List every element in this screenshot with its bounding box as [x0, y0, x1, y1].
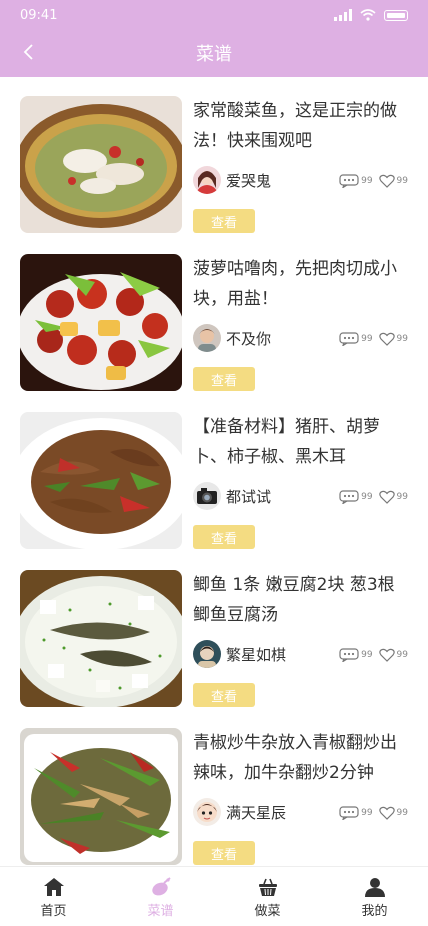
tab-label: 菜谱	[147, 904, 174, 919]
view-button[interactable]: 查看	[193, 841, 255, 865]
avatar	[193, 482, 221, 510]
tab-label: 做菜	[254, 904, 281, 919]
author: 满天星辰	[193, 798, 286, 826]
comment-count: 99	[361, 334, 373, 344]
recipe-title[interactable]: 【准备材料】猪肝、胡萝卜、柿子椒、黑木耳	[193, 412, 413, 472]
avatar	[193, 798, 221, 826]
recipe-image[interactable]	[20, 570, 182, 707]
view-button[interactable]: 查看	[193, 367, 255, 391]
view-button[interactable]: 查看	[193, 683, 255, 707]
comment-count: 99	[361, 808, 373, 818]
recipe-stats: 99 99	[339, 806, 408, 820]
recipe-image[interactable]	[20, 728, 182, 865]
like-stat[interactable]: 99	[378, 490, 408, 504]
avatar	[193, 324, 221, 352]
comment-count: 99	[361, 650, 373, 660]
nav-header: 菜谱	[0, 32, 428, 77]
wifi-icon	[360, 9, 376, 21]
list-item[interactable]: 【准备材料】猪肝、胡萝卜、柿子椒、黑木耳 都试试 99 99 查看	[0, 412, 428, 570]
author: 繁星如棋	[193, 640, 286, 668]
recipe-title[interactable]: 青椒炒牛杂放入青椒翻炒出辣味，加牛杂翻炒2分钟	[193, 728, 413, 788]
status-icons	[334, 9, 408, 21]
recipe-stats: 99 99	[339, 332, 408, 346]
recipe-title[interactable]: 鲫鱼 1条 嫩豆腐2块 葱3根 鲫鱼豆腐汤	[193, 570, 413, 630]
comment-stat[interactable]: 99	[339, 490, 373, 504]
recipe-title[interactable]: 家常酸菜鱼，这是正宗的做法！快来围观吧	[193, 96, 413, 156]
tab-label: 我的	[361, 904, 388, 919]
heart-icon	[378, 490, 395, 504]
comment-icon	[339, 174, 359, 188]
heart-icon	[378, 174, 395, 188]
recipe-list: 家常酸菜鱼，这是正宗的做法！快来围观吧 爱哭鬼 99 99 查看 菠萝咕噜肉，先…	[0, 96, 428, 886]
status-time: 09:41	[20, 8, 58, 23]
view-button[interactable]: 查看	[193, 209, 255, 233]
author: 都试试	[193, 482, 271, 510]
recipe-image[interactable]	[20, 254, 182, 391]
comment-count: 99	[361, 492, 373, 502]
author-name: 不及你	[226, 329, 272, 348]
list-item[interactable]: 鲫鱼 1条 嫩豆腐2块 葱3根 鲫鱼豆腐汤 繁星如棋 99 99 查看	[0, 570, 428, 728]
like-stat[interactable]: 99	[378, 174, 408, 188]
heart-icon	[378, 806, 395, 820]
tab-home[interactable]: 首页	[0, 867, 107, 926]
like-count: 99	[396, 650, 408, 660]
avatar	[193, 166, 221, 194]
comment-icon	[339, 806, 359, 820]
tab-cook[interactable]: 做菜	[214, 867, 321, 926]
recipe-stats: 99 99	[339, 490, 408, 504]
comment-icon	[339, 648, 359, 662]
recipe-image[interactable]	[20, 96, 182, 233]
recipe-image[interactable]	[20, 412, 182, 549]
tab-profile[interactable]: 我的	[321, 867, 428, 926]
like-stat[interactable]: 99	[378, 806, 408, 820]
author: 爱哭鬼	[193, 166, 271, 194]
recipe-stats: 99 99	[339, 174, 408, 188]
heart-icon	[378, 332, 395, 346]
comment-stat[interactable]: 99	[339, 332, 373, 346]
basket-icon	[258, 878, 277, 896]
tab-bar: 首页 菜谱 做菜 我的	[0, 866, 428, 926]
list-item[interactable]: 青椒炒牛杂放入青椒翻炒出辣味，加牛杂翻炒2分钟 满天星辰 99 99 查看	[0, 728, 428, 886]
list-item[interactable]: 家常酸菜鱼，这是正宗的做法！快来围观吧 爱哭鬼 99 99 查看	[0, 96, 428, 254]
like-count: 99	[396, 808, 408, 818]
author-name: 繁星如棋	[226, 645, 287, 664]
battery-icon	[384, 9, 408, 21]
tab-recipes[interactable]: 菜谱	[107, 867, 214, 926]
like-stat[interactable]: 99	[378, 648, 408, 662]
comment-icon	[339, 490, 359, 504]
recipe-icon	[151, 877, 171, 896]
comment-count: 99	[361, 176, 373, 186]
home-icon	[43, 878, 64, 896]
author-name: 都试试	[226, 487, 272, 506]
avatar	[193, 640, 221, 668]
signal-icon	[334, 9, 352, 21]
comment-icon	[339, 332, 359, 346]
comment-stat[interactable]: 99	[339, 648, 373, 662]
author-name: 满天星辰	[226, 803, 287, 822]
recipe-title[interactable]: 菠萝咕噜肉，先把肉切成小块，用盐！	[193, 254, 413, 314]
like-count: 99	[396, 492, 408, 502]
heart-icon	[378, 648, 395, 662]
user-icon	[364, 878, 385, 897]
list-item[interactable]: 菠萝咕噜肉，先把肉切成小块，用盐！ 不及你 99 99 查看	[0, 254, 428, 412]
comment-stat[interactable]: 99	[339, 806, 373, 820]
recipe-stats: 99 99	[339, 648, 408, 662]
author-name: 爱哭鬼	[226, 171, 272, 190]
tab-label: 首页	[40, 904, 67, 919]
like-count: 99	[396, 176, 408, 186]
comment-stat[interactable]: 99	[339, 174, 373, 188]
page-title: 菜谱	[196, 44, 232, 65]
author: 不及你	[193, 324, 271, 352]
like-stat[interactable]: 99	[378, 332, 408, 346]
view-button[interactable]: 查看	[193, 525, 255, 549]
like-count: 99	[396, 334, 408, 344]
status-bar: 09:41	[0, 0, 428, 32]
